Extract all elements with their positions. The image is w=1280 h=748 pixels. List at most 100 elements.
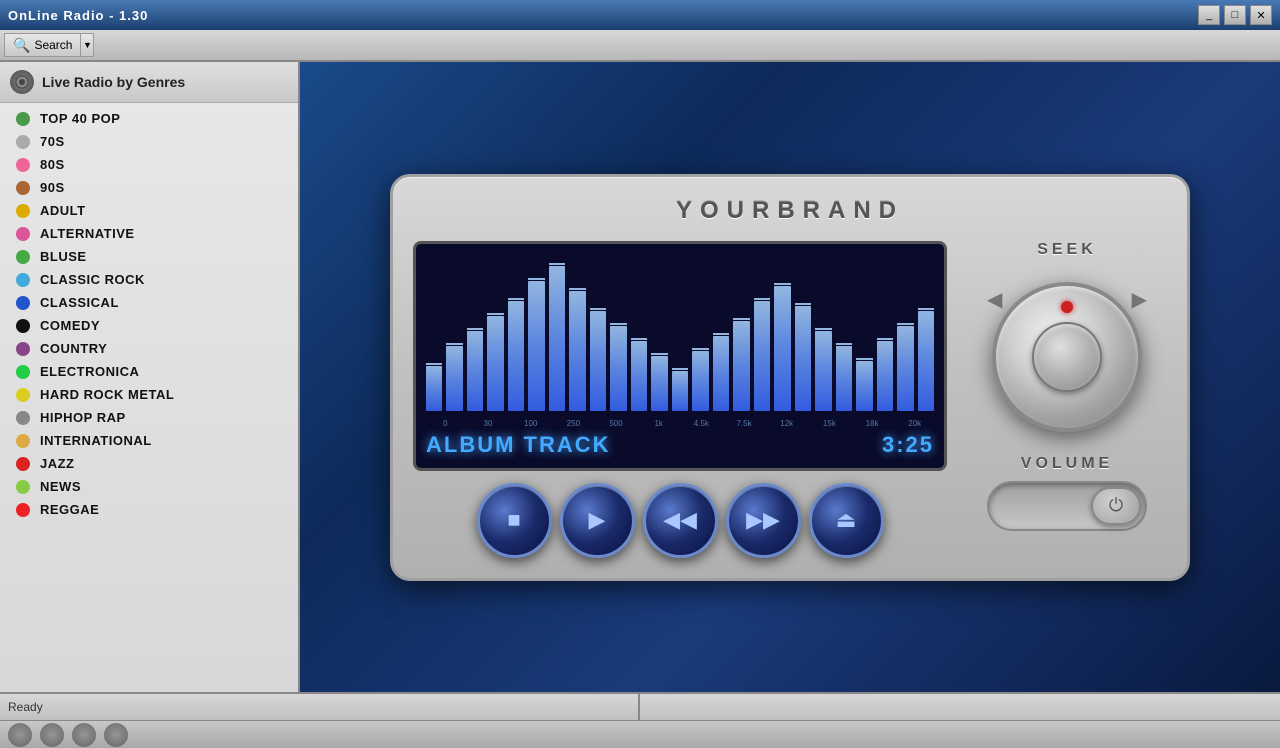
genre-label: COUNTRY	[40, 341, 107, 356]
genre-label: ADULT	[40, 203, 86, 218]
status-bar: Ready	[0, 692, 1280, 720]
genre-label: HIPHOP RAP	[40, 410, 126, 425]
eq-labels: 0301002505001k4.5k7.5k12k15k18k20k	[426, 419, 934, 428]
genre-dot	[16, 204, 30, 218]
genre-label: CLASSICAL	[40, 295, 119, 310]
radio-right: SEEK ◀ ▶ VOLUME ⏻	[967, 241, 1167, 531]
genre-label: ELECTRONICA	[40, 364, 139, 379]
rewind-button[interactable]: ◀◀	[643, 483, 718, 558]
genre-item-comedy[interactable]: COMEDY	[0, 314, 298, 337]
genre-dot	[16, 388, 30, 402]
genre-dot	[16, 250, 30, 264]
power-knob: ⏻	[1091, 487, 1141, 525]
genre-item-90s[interactable]: 90S	[0, 176, 298, 199]
maximize-button[interactable]: □	[1224, 5, 1246, 25]
genre-label: CLASSIC ROCK	[40, 272, 145, 287]
genre-item-hard-rock-metal[interactable]: HARD ROCK METAL	[0, 383, 298, 406]
taskbar-icon-1	[8, 723, 32, 747]
eq-label-6: 4.5k	[682, 419, 721, 428]
seek-knob-container: ◀ ▶	[977, 267, 1157, 447]
eq-label-7: 7.5k	[725, 419, 764, 428]
status-right	[640, 694, 1280, 720]
genre-dot	[16, 181, 30, 195]
taskbar-icon-4	[104, 723, 128, 747]
eq-bar-9	[610, 326, 626, 411]
genre-item-news[interactable]: NEWS	[0, 475, 298, 498]
genre-dot	[16, 296, 30, 310]
genre-item-top-40-pop[interactable]: TOP 40 POP	[0, 107, 298, 130]
seek-left-arrow: ◀	[987, 287, 1002, 312]
toolbar: 🔍 Search ▼	[0, 30, 1280, 62]
genre-list-container[interactable]: TOP 40 POP 70S 80S 90S ADULT ALTERNATIVE…	[0, 103, 298, 692]
genre-item-adult[interactable]: ADULT	[0, 199, 298, 222]
eq-bar-18	[795, 306, 811, 411]
eject-button[interactable]: ⏏	[809, 483, 884, 558]
genre-dot	[16, 457, 30, 471]
power-icon: ⏻	[1109, 495, 1123, 516]
eq-bar-15	[733, 321, 749, 411]
fast-forward-button[interactable]: ▶▶	[726, 483, 801, 558]
genre-item-country[interactable]: COUNTRY	[0, 337, 298, 360]
genre-item-hiphop-rap[interactable]: HIPHOP RAP	[0, 406, 298, 429]
minimize-button[interactable]: _	[1198, 5, 1220, 25]
stop-button[interactable]: ■	[477, 483, 552, 558]
genre-item-international[interactable]: INTERNATIONAL	[0, 429, 298, 452]
genre-dot	[16, 273, 30, 287]
radio-symbol	[15, 75, 29, 89]
status-text: Ready	[8, 700, 43, 714]
eq-bar-8	[590, 311, 606, 411]
play-button[interactable]: ▶	[560, 483, 635, 558]
eq-label-9: 15k	[810, 419, 849, 428]
search-dropdown[interactable]: ▼	[80, 33, 94, 57]
seek-knob[interactable]	[992, 282, 1142, 432]
eq-label-1: 30	[469, 419, 508, 428]
genre-dot	[16, 342, 30, 356]
genre-item-80s[interactable]: 80S	[0, 153, 298, 176]
genre-label: 90S	[40, 180, 65, 195]
genre-label: HARD ROCK METAL	[40, 387, 174, 402]
radio-icon	[10, 70, 34, 94]
seek-right-arrow: ▶	[1132, 287, 1147, 312]
genre-dot	[16, 480, 30, 494]
genre-dot	[16, 227, 30, 241]
stop-icon: ■	[507, 507, 520, 533]
player-buttons: ■ ▶ ◀◀ ▶▶ ⏏	[413, 483, 947, 558]
genre-item-classic-rock[interactable]: CLASSIC ROCK	[0, 268, 298, 291]
genre-item-bluse[interactable]: BLUSE	[0, 245, 298, 268]
eq-bar-14	[713, 336, 729, 411]
genre-item-70s[interactable]: 70S	[0, 130, 298, 153]
genre-item-classical[interactable]: CLASSICAL	[0, 291, 298, 314]
radio-brand: YOURBRAND	[676, 197, 904, 225]
genre-label: BLUSE	[40, 249, 87, 264]
search-button[interactable]: 🔍 Search	[4, 33, 81, 57]
power-switch[interactable]: ⏻	[987, 481, 1147, 531]
eq-label-11: 20k	[895, 419, 934, 428]
play-icon: ▶	[589, 507, 606, 533]
eq-label-4: 500	[597, 419, 636, 428]
eq-bar-1	[446, 346, 462, 411]
genre-item-reggae[interactable]: REGGAE	[0, 498, 298, 521]
eject-icon: ⏏	[836, 507, 857, 533]
eq-bar-10	[631, 341, 647, 411]
taskbar-icon-3	[72, 723, 96, 747]
genre-dot	[16, 319, 30, 333]
status-left: Ready	[0, 694, 640, 720]
radio-device: YOURBRAND 0301002505001k4.5k7.5k12k15k18…	[390, 174, 1190, 581]
genre-list: TOP 40 POP 70S 80S 90S ADULT ALTERNATIVE…	[0, 103, 298, 525]
panel-header: Live Radio by Genres	[0, 62, 298, 103]
eq-bar-24	[918, 311, 934, 411]
rewind-icon: ◀◀	[663, 507, 697, 533]
radio-main: 0301002505001k4.5k7.5k12k15k18k20k ALBUM…	[413, 241, 1167, 558]
window-controls: _ □ ✕	[1198, 5, 1272, 25]
eq-bar-17	[774, 286, 790, 411]
close-button[interactable]: ✕	[1250, 5, 1272, 25]
eq-label-3: 250	[554, 419, 593, 428]
genre-label: 80S	[40, 157, 65, 172]
genre-dot	[16, 158, 30, 172]
genre-item-jazz[interactable]: JAZZ	[0, 452, 298, 475]
genre-item-electronica[interactable]: ELECTRONICA	[0, 360, 298, 383]
genre-item-alternative[interactable]: ALTERNATIVE	[0, 222, 298, 245]
eq-display: 0301002505001k4.5k7.5k12k15k18k20k ALBUM…	[413, 241, 947, 471]
panel-title: Live Radio by Genres	[42, 74, 185, 90]
genre-dot	[16, 434, 30, 448]
